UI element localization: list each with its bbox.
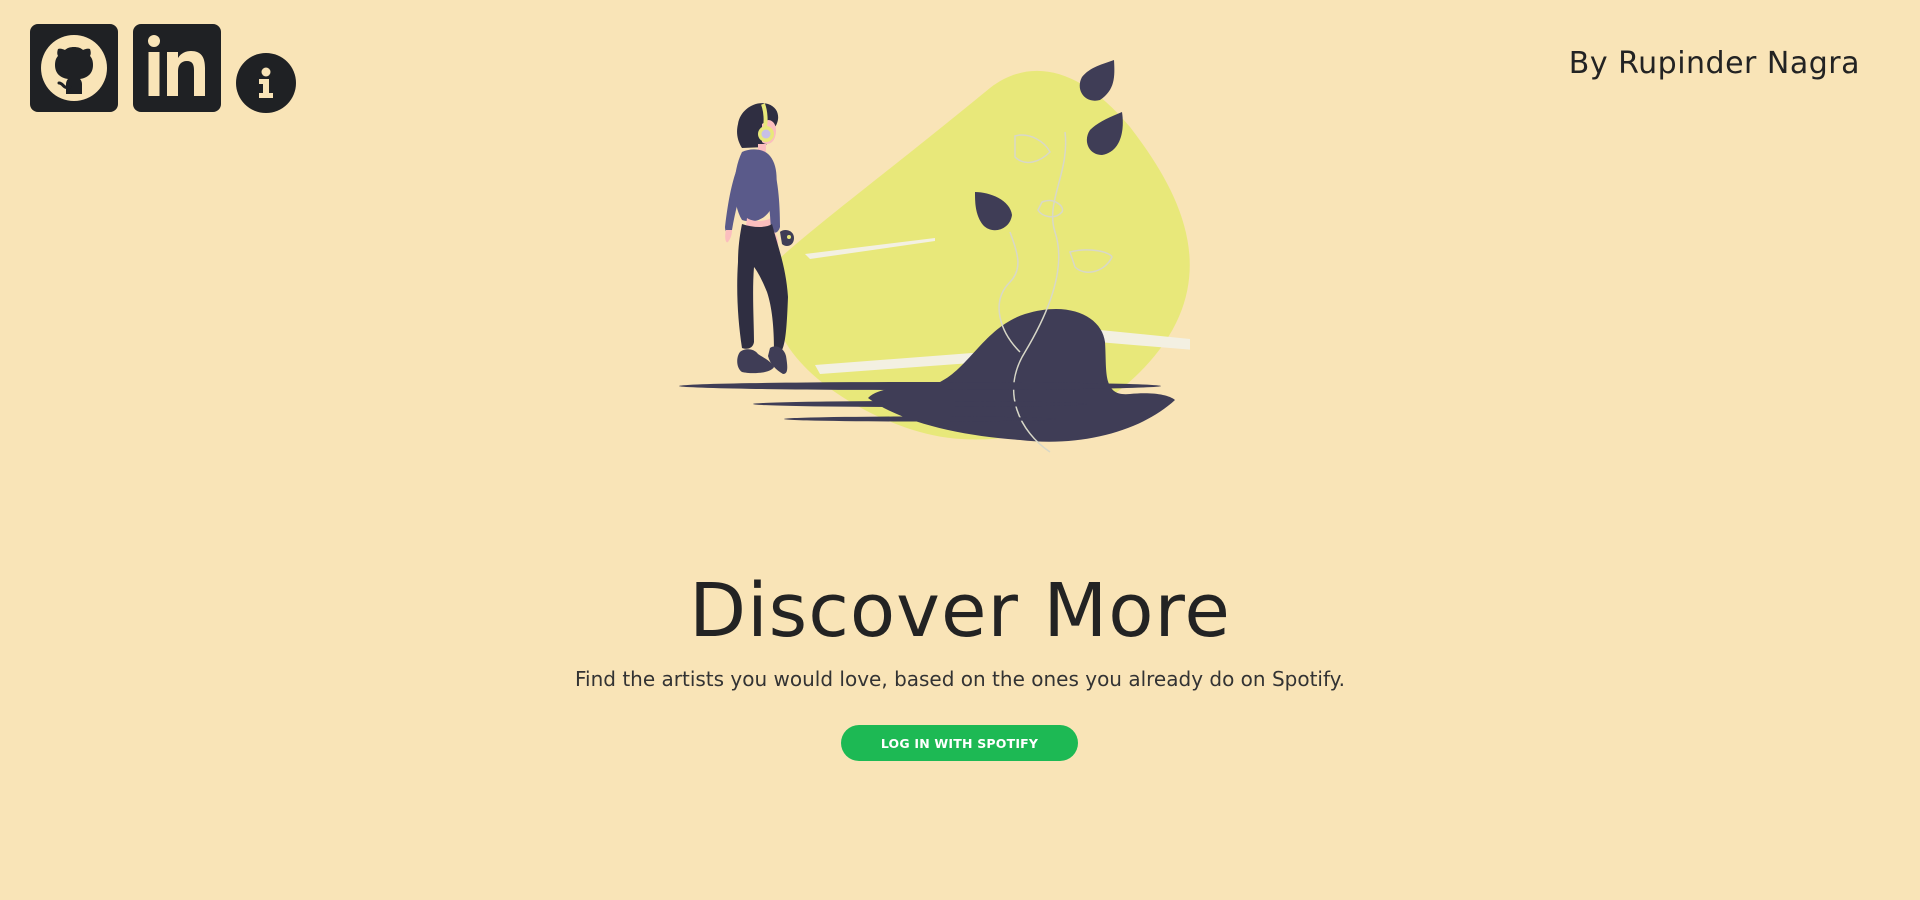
author-credit[interactable]: By Rupinder Nagra — [1569, 46, 1860, 81]
page-title: Discover More — [689, 568, 1231, 654]
linkedin-link[interactable] — [133, 24, 221, 112]
github-link[interactable] — [30, 24, 118, 112]
spotify-login-button[interactable]: LOG IN WITH SPOTIFY — [841, 725, 1078, 761]
info-icon — [259, 67, 273, 98]
landing-page: By Rupinder Nagra Discover More Find the… — [0, 0, 1920, 900]
hero-illustration — [679, 60, 1190, 453]
info-button[interactable] — [236, 53, 296, 113]
leaf-shape — [1079, 60, 1115, 101]
github-icon — [41, 35, 107, 101]
page-subtitle: Find the artists you would love, based o… — [575, 667, 1345, 691]
person-figure — [725, 103, 794, 374]
social-links — [30, 24, 296, 113]
linkedin-icon — [148, 35, 205, 96]
